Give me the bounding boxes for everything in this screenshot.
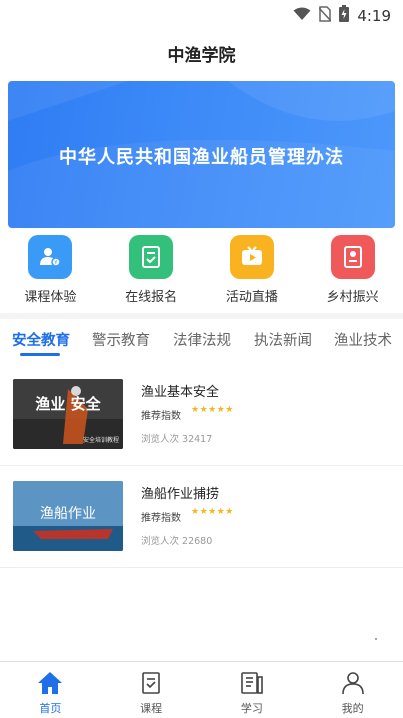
shortcut-label: 课程体验: [24, 290, 77, 305]
shortcut-live-activity[interactable]: 活动直播: [202, 232, 303, 310]
app-header: 中渔学院: [0, 30, 403, 76]
tab-fishery-technology[interactable]: 渔业技术: [334, 329, 392, 350]
thumbnail-caption: 渔船作业: [40, 506, 96, 522]
course-thumbnail: 渔船作业: [13, 481, 123, 551]
tab-safety-education[interactable]: 安全教育: [12, 329, 70, 350]
tab-warning-education[interactable]: 警示教育: [92, 329, 150, 350]
nav-label: 我的: [341, 702, 364, 715]
rating-stars: ★★★★★: [191, 405, 234, 415]
svg-text:¥: ¥: [55, 260, 58, 266]
profile-icon: [339, 670, 367, 696]
nav-courses[interactable]: 课程: [101, 662, 202, 718]
shortcut-label: 乡村振兴: [326, 290, 379, 305]
rating-stars: ★★★★★: [191, 507, 234, 517]
shortcut-grid: ¥ 课程体验 在线报名 活动直播 乡村振兴: [0, 232, 403, 310]
tv-play-icon: [229, 235, 274, 279]
shortcut-course-experience[interactable]: ¥ 课程体验: [0, 232, 101, 310]
course-user-icon: ¥: [28, 235, 73, 279]
view-count: 浏览人次 32417: [141, 434, 213, 445]
no-sim-icon: [318, 5, 332, 26]
shortcut-rural-revitalization[interactable]: 乡村振兴: [302, 232, 403, 310]
checklist-icon: [129, 235, 174, 279]
banner-carousel[interactable]: 中华人民共和国渔业船员管理办法: [8, 81, 395, 228]
active-tab-indicator: [20, 353, 60, 356]
nav-label: 首页: [39, 702, 62, 715]
status-time: 4:19: [357, 6, 391, 25]
study-icon: [238, 670, 266, 696]
thumbnail-caption: 渔业 安全: [35, 395, 101, 413]
nav-profile[interactable]: 我的: [302, 662, 403, 718]
scroll-dot: [375, 638, 377, 640]
thumbnail-subcaption: 安全培训教程: [82, 437, 119, 444]
tab-laws-regulations[interactable]: 法律法规: [173, 329, 231, 350]
wifi-icon: [293, 6, 311, 25]
banner-title: 中华人民共和国渔业船员管理办法: [59, 147, 344, 168]
status-icons: 4:19: [293, 5, 391, 26]
course-list: 渔业 安全 安全培训教程 渔业基本安全 推荐指数 ★★★★★ 浏览人次 3241…: [0, 364, 403, 568]
course-title: 渔业基本安全: [141, 385, 220, 400]
category-tabs: 安全教育 警示教育 法律法规 执法新闻 渔业技术: [0, 320, 403, 360]
home-icon: [36, 670, 64, 696]
shortcut-online-signup[interactable]: 在线报名: [101, 232, 202, 310]
shortcut-label: 活动直播: [225, 290, 278, 305]
tab-enforcement-news[interactable]: 执法新闻: [254, 329, 312, 350]
list-item[interactable]: 渔船作业 渔船作业捕捞 推荐指数 ★★★★★ 浏览人次 22680: [0, 466, 403, 568]
page-title: 中渔学院: [167, 45, 236, 66]
nav-study[interactable]: 学习: [202, 662, 303, 718]
section-divider: [0, 313, 403, 319]
certificate-icon: [330, 235, 375, 279]
course-title: 渔船作业捕捞: [141, 487, 220, 502]
nav-home[interactable]: 首页: [0, 662, 101, 718]
status-bar: 4:19: [0, 0, 403, 30]
nav-label: 课程: [140, 702, 163, 715]
list-item[interactable]: 渔业 安全 安全培训教程 渔业基本安全 推荐指数 ★★★★★ 浏览人次 3241…: [0, 364, 403, 466]
view-count: 浏览人次 22680: [141, 536, 213, 547]
rating-label: 推荐指数: [141, 513, 181, 524]
battery-charging-icon: [339, 5, 350, 26]
nav-label: 学习: [240, 702, 263, 715]
course-icon: [137, 670, 165, 696]
bottom-nav: 首页 课程 学习 我的: [0, 661, 403, 718]
rating-label: 推荐指数: [141, 411, 181, 422]
shortcut-label: 在线报名: [125, 290, 178, 305]
course-thumbnail: 渔业 安全 安全培训教程: [13, 379, 123, 449]
